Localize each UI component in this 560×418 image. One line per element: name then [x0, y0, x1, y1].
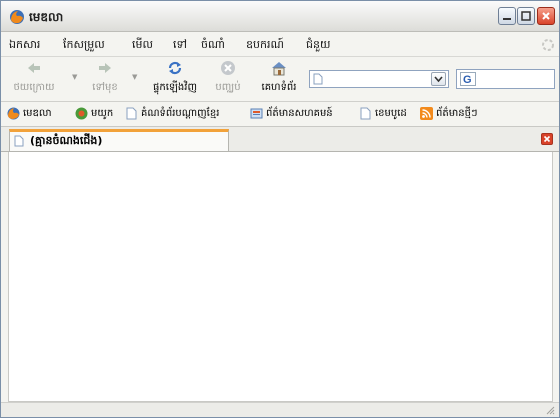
menu-help[interactable]: ជំនួយ [306, 38, 330, 54]
close-icon [543, 135, 551, 143]
close-tab-button[interactable] [541, 133, 553, 145]
bookmark-item[interactable]: ព័ត៌មានសហគមន៍ [250, 106, 333, 122]
tab-label: (គ្មានចំណងជើង) [30, 134, 103, 147]
tab-untitled[interactable]: (គ្មានចំណងជើង) [9, 129, 229, 151]
firefox-logo-icon [9, 9, 25, 25]
close-icon [542, 12, 550, 20]
bookmark-item[interactable]: ខេមបូដេ [359, 106, 407, 122]
url-bar[interactable] [309, 70, 449, 88]
page-icon [126, 107, 137, 120]
url-history-dropdown[interactable] [431, 72, 446, 86]
menu-bar: ឯកសារ កែសម្រួល មើល ទៅ ចំណាំ ឧបករណ៍ ជំនួយ [1, 32, 559, 57]
bookmark-item[interactable]: គំណទំព័របណ្តាញខ្មែរ [125, 106, 219, 122]
bookmarks-toolbar: មេឌលា មយូក គំណទំព័របណ្តាញខ្មែរ ព័ត៌មានសហ… [1, 102, 559, 127]
rss-feed-icon [420, 107, 433, 120]
page-icon [14, 135, 24, 147]
status-bar [1, 402, 559, 417]
window-title: មេឌលា [29, 10, 64, 24]
back-button[interactable]: ថយក្រោយ [3, 59, 65, 99]
firefox-icon [7, 107, 20, 120]
close-window-button[interactable] [537, 7, 555, 25]
forward-arrow-icon [99, 63, 111, 73]
throbber-icon [541, 38, 555, 52]
menu-bookmarks[interactable]: ចំណាំ [201, 38, 225, 54]
stop-label: បញ្ឈប់ [215, 82, 241, 93]
tab-strip: (គ្មានចំណងជើង) [1, 127, 559, 152]
search-engine-icon: G [460, 72, 476, 86]
menu-edit[interactable]: កែសម្រួល [63, 38, 105, 54]
chevron-down-icon [434, 76, 443, 83]
search-box[interactable]: G [456, 69, 555, 89]
resize-grip-icon[interactable] [545, 405, 555, 415]
svg-text:G: G [463, 74, 472, 86]
forward-dropdown-icon[interactable]: ▼ [132, 73, 137, 81]
news-icon [250, 108, 263, 119]
stop-icon [221, 61, 235, 75]
back-arrow-icon [28, 63, 40, 73]
bookmark-item[interactable]: ព័ត៌មានថ្មីៗ [420, 106, 478, 122]
reload-icon [168, 61, 182, 75]
forward-label: ទៅមុខ [92, 82, 118, 93]
menu-go[interactable]: ទៅ [173, 38, 187, 54]
reload-label: ផ្ទុកឡើងវិញ [153, 82, 197, 93]
page-content-area[interactable] [8, 152, 553, 402]
home-label: គេហទំព័រ [261, 82, 297, 93]
stop-button[interactable]: បញ្ឈប់ [210, 59, 246, 99]
page-icon [360, 107, 371, 120]
maximize-button[interactable] [517, 7, 535, 25]
menu-file[interactable]: ឯកសារ [9, 38, 40, 54]
page-icon [313, 73, 323, 85]
bookmark-item[interactable]: មេឌលា [7, 106, 52, 122]
bookmark-item[interactable]: មយូក [75, 106, 113, 122]
back-label: ថយក្រោយ [13, 82, 55, 93]
maximize-icon [521, 11, 531, 21]
home-button[interactable]: គេហទំព័រ [253, 59, 305, 99]
menu-tools[interactable]: ឧបករណ៍ [246, 38, 284, 54]
home-icon [272, 62, 286, 76]
reload-button[interactable]: ផ្ទុកឡើងវិញ [142, 59, 208, 99]
forward-button[interactable]: ទៅមុខ [81, 59, 129, 99]
menu-view[interactable]: មើល [132, 38, 153, 54]
back-dropdown-icon[interactable]: ▼ [72, 73, 77, 81]
minimize-icon [503, 18, 511, 20]
title-bar[interactable]: មេឌលា [1, 1, 559, 32]
minimize-button[interactable] [498, 7, 516, 25]
browser-window: មេឌលា ឯកសារ កែសម្រួល មើល ទៅ ចំណាំ ឧបករណ៍… [0, 0, 560, 418]
mozilla-icon [75, 107, 88, 120]
